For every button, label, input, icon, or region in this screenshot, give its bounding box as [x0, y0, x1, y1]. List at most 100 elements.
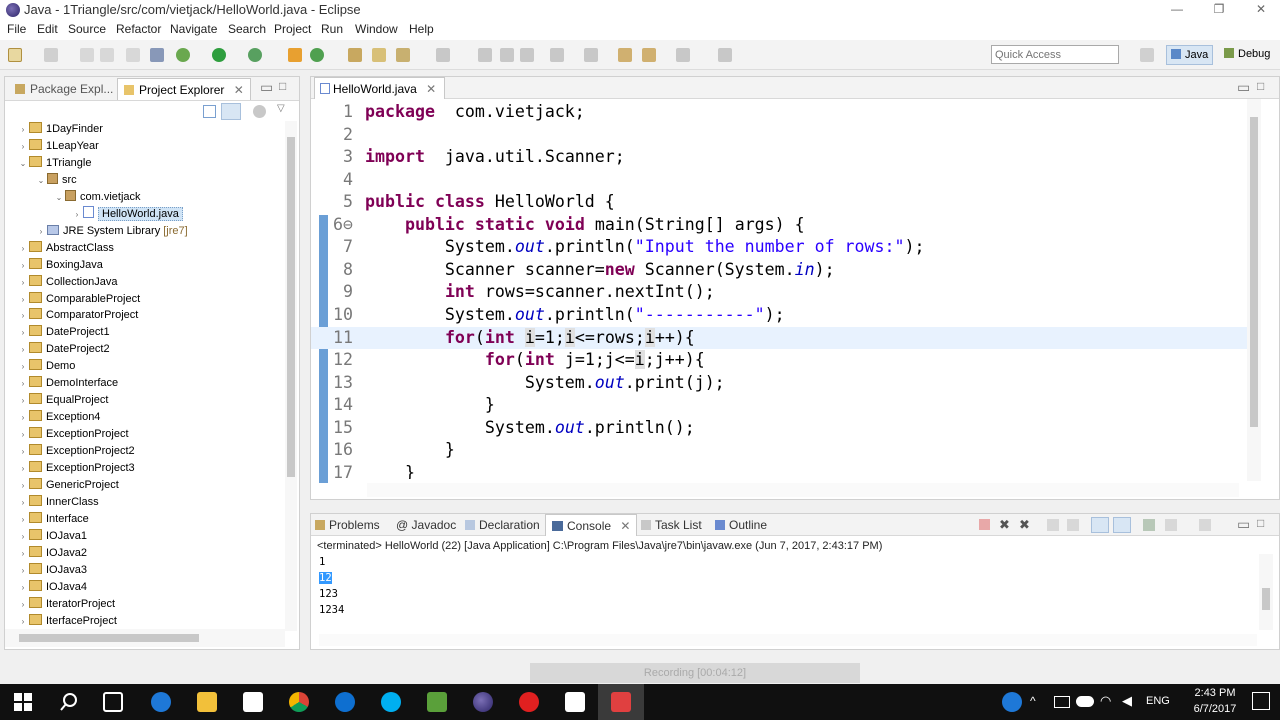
- block-selection-icon[interactable]: [520, 48, 534, 62]
- minimize-button[interactable]: —: [1154, 0, 1200, 20]
- tree-item[interactable]: › HelloWorld.java: [71, 205, 183, 223]
- code-line[interactable]: 1 package com.vietjack;: [311, 101, 1247, 124]
- skip-breakpoints-icon[interactable]: [150, 48, 164, 62]
- tree-item[interactable]: › ComparableProject: [17, 291, 140, 308]
- collapsed-twisty-icon[interactable]: ›: [71, 206, 83, 223]
- tab-console[interactable]: Console ✕: [545, 514, 638, 536]
- search-icon[interactable]: [372, 48, 386, 62]
- back-arrow-icon[interactable]: [642, 48, 656, 62]
- close-button[interactable]: ✕: [1238, 0, 1280, 20]
- tree-item[interactable]: › GenericProject: [17, 477, 119, 494]
- open-console-icon[interactable]: [1199, 519, 1211, 531]
- prev-edit-icon[interactable]: [584, 48, 598, 62]
- tree-item[interactable]: › ExceptionProject2: [17, 443, 135, 460]
- code-line[interactable]: 6⊖ public static void main(String[] args…: [311, 214, 1247, 237]
- java-perspective-button[interactable]: Java: [1166, 45, 1214, 65]
- scroll-thumb[interactable]: [287, 137, 295, 477]
- start-button[interactable]: [0, 684, 46, 720]
- menu-refactor[interactable]: Refactor: [116, 22, 161, 36]
- notepad-app[interactable]: [414, 684, 460, 720]
- collapsed-twisty-icon[interactable]: ›: [17, 545, 29, 562]
- code-area[interactable]: 1 package com.vietjack; 2 3 import java.util…: [311, 99, 1247, 479]
- video-app[interactable]: [552, 684, 598, 720]
- scroll-thumb[interactable]: [1250, 117, 1258, 427]
- collapsed-twisty-icon[interactable]: ›: [17, 257, 29, 274]
- tree-item[interactable]: › EqualProject: [17, 392, 108, 409]
- store-app[interactable]: [230, 684, 276, 720]
- view-menu-filter-icon[interactable]: [253, 105, 266, 118]
- tree-item[interactable]: › DateProject1: [17, 324, 110, 341]
- save-all-icon[interactable]: [100, 48, 114, 62]
- search-taskbar-button[interactable]: [46, 684, 92, 720]
- menu-help[interactable]: Help: [409, 22, 434, 36]
- expanded-twisty-icon[interactable]: ⌄: [35, 172, 47, 189]
- code-line[interactable]: 13 System.out.print(j);: [311, 372, 1247, 395]
- tree-item[interactable]: › IterfaceProject: [17, 613, 117, 630]
- scroll-lock-icon[interactable]: [1067, 519, 1079, 531]
- expanded-twisty-icon[interactable]: ⌄: [17, 155, 29, 172]
- close-tab-icon[interactable]: ✕: [426, 82, 436, 96]
- tree-item[interactable]: › ComparatorProject: [17, 307, 138, 324]
- collapsed-twisty-icon[interactable]: ›: [17, 341, 29, 358]
- tree-item[interactable]: ⌄ 1Triangle: [17, 155, 91, 172]
- code-line[interactable]: 11 for(int i=1;i<=rows;i++){: [311, 326, 1247, 349]
- tree-item[interactable]: › IOJava1: [17, 528, 87, 545]
- tree-item[interactable]: › IOJava2: [17, 545, 87, 562]
- collapsed-twisty-icon[interactable]: ›: [17, 375, 29, 392]
- show-on-error-icon[interactable]: [1113, 517, 1131, 533]
- tab-declaration[interactable]: Declaration: [465, 518, 540, 532]
- run-icon[interactable]: [212, 48, 226, 62]
- save-icon[interactable]: [80, 48, 94, 62]
- collapsed-twisty-icon[interactable]: ›: [17, 324, 29, 341]
- tree-item[interactable]: › DemoInterface: [17, 375, 118, 392]
- recorder-app[interactable]: [506, 684, 552, 720]
- menu-source[interactable]: Source: [68, 22, 106, 36]
- tree-item[interactable]: › 1DayFinder: [17, 121, 103, 138]
- pin-console-icon[interactable]: [1143, 519, 1155, 531]
- tree-item[interactable]: › IOJava3: [17, 562, 87, 579]
- console-horizontal-scrollbar[interactable]: [319, 634, 1257, 646]
- tree-item[interactable]: ⌄ src: [35, 172, 77, 189]
- code-line[interactable]: 17 }: [311, 462, 1247, 479]
- new-package-icon[interactable]: [310, 48, 324, 62]
- clock-time[interactable]: 2:43 PM: [1184, 687, 1246, 699]
- forward-arrow-icon[interactable]: [676, 48, 690, 62]
- tab-project-explorer[interactable]: Project Explorer ✕: [117, 78, 251, 100]
- print-icon[interactable]: [126, 48, 140, 62]
- edge-app[interactable]: [138, 684, 184, 720]
- tree-item[interactable]: › Demo: [17, 358, 75, 375]
- collapsed-twisty-icon[interactable]: ›: [35, 223, 47, 240]
- tab-task-list[interactable]: Task List: [641, 518, 702, 532]
- collapsed-twisty-icon[interactable]: ›: [17, 494, 29, 511]
- remove-all-icon[interactable]: ✖: [1019, 517, 1030, 533]
- tree-horizontal-scrollbar[interactable]: [5, 629, 285, 647]
- clock-date[interactable]: 6/7/2017: [1184, 703, 1246, 715]
- last-edit-icon[interactable]: [550, 48, 564, 62]
- minimize-editor-icon[interactable]: ▭: [1237, 79, 1250, 96]
- collapsed-twisty-icon[interactable]: ›: [17, 596, 29, 613]
- tree-item[interactable]: › ExceptionProject: [17, 426, 129, 443]
- collapse-all-icon[interactable]: [203, 105, 216, 118]
- code-line[interactable]: 9 int rows=scanner.nextInt();: [311, 281, 1247, 304]
- maximize-editor-icon[interactable]: □: [1257, 79, 1264, 93]
- teamviewer-app[interactable]: [322, 684, 368, 720]
- task-view-button[interactable]: [90, 684, 136, 720]
- collapsed-twisty-icon[interactable]: ›: [17, 358, 29, 375]
- collapsed-twisty-icon[interactable]: ›: [17, 274, 29, 291]
- tree-item[interactable]: › Exception4: [17, 409, 100, 426]
- volume-icon[interactable]: ◀: [1122, 693, 1132, 709]
- back-icon[interactable]: [618, 48, 632, 62]
- show-on-output-icon[interactable]: [1091, 517, 1109, 533]
- minimize-view-icon[interactable]: ▭: [260, 79, 273, 96]
- collapsed-twisty-icon[interactable]: ›: [17, 443, 29, 460]
- onedrive-icon[interactable]: [1076, 696, 1094, 707]
- file-explorer-app[interactable]: [184, 684, 230, 720]
- language-indicator[interactable]: ENG: [1146, 695, 1170, 707]
- editor-tab-helloworld[interactable]: HelloWorld.java ✕: [314, 77, 446, 99]
- tree-item[interactable]: › DateProject2: [17, 341, 110, 358]
- collapsed-twisty-icon[interactable]: ›: [17, 240, 29, 257]
- code-line[interactable]: 7 System.out.println("Input the number o…: [311, 236, 1247, 259]
- collapsed-twisty-icon[interactable]: ›: [17, 562, 29, 579]
- scroll-thumb[interactable]: [1262, 588, 1270, 610]
- menu-project[interactable]: Project: [274, 22, 311, 36]
